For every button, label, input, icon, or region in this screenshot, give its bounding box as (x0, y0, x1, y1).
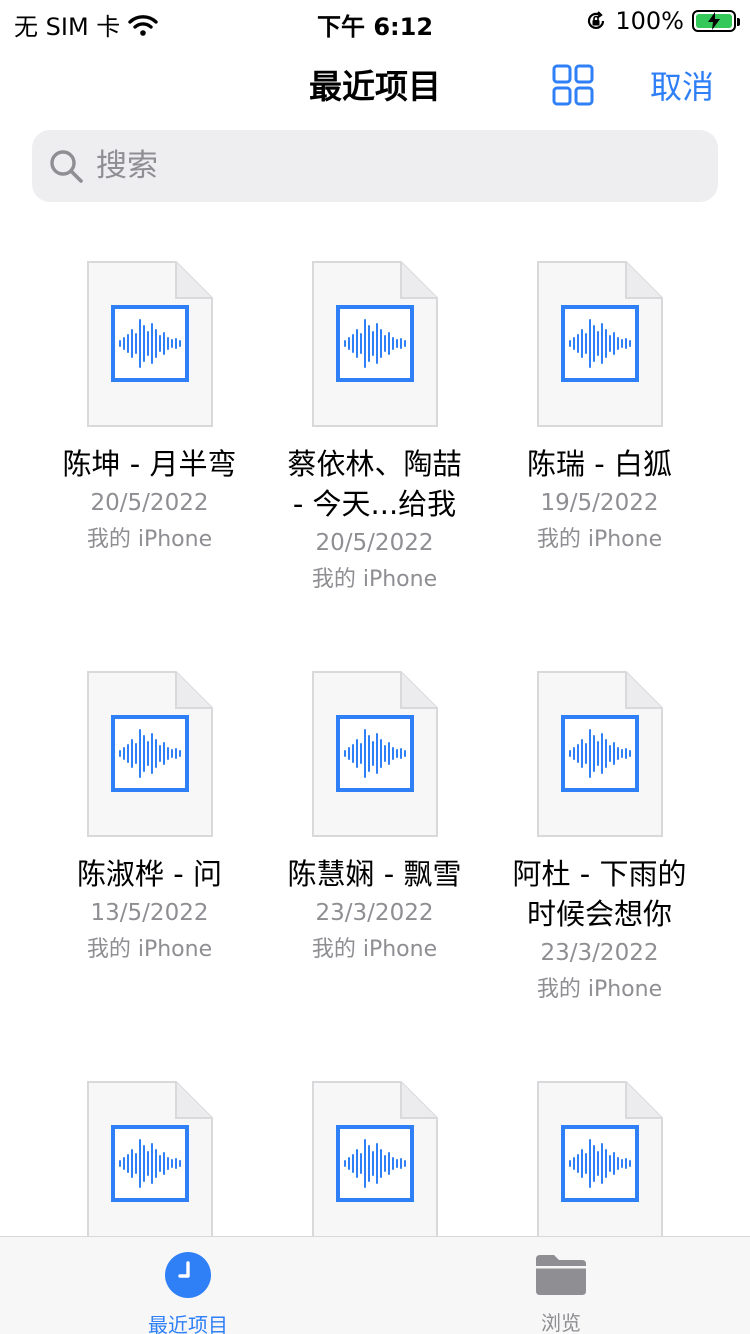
wifi-icon (128, 14, 158, 36)
file-location: 我的 iPhone (86, 527, 213, 552)
battery-icon (692, 10, 740, 32)
file-date: 13/5/2022 (90, 900, 209, 926)
file-item[interactable] (262, 1080, 487, 1240)
battery-percent: 100% (615, 7, 684, 35)
file-item[interactable]: 蔡依林、陶喆 - 今天...给我 20/5/2022 我的 iPhone (262, 260, 487, 598)
audio-file-icon (536, 670, 664, 838)
search-bar[interactable] (32, 130, 718, 202)
audio-file-icon (86, 260, 214, 428)
file-date: 19/5/2022 (540, 490, 659, 516)
files-recent-screen: 无 SIM 卡 下午 6:12 100% 最近项目 取消 搜索 陈坤 - 月半弯… (0, 0, 750, 1334)
file-name: 陈淑桦 - 问 (77, 857, 222, 891)
file-date: 23/3/2022 (540, 940, 659, 966)
audio-file-icon (311, 670, 439, 838)
file-item[interactable]: 陈慧娴 - 飘雪 23/3/2022 我的 iPhone (262, 670, 487, 968)
file-date: 20/5/2022 (90, 490, 209, 516)
carrier-label: 无 SIM 卡 (14, 13, 121, 41)
audio-file-icon (536, 260, 664, 428)
tab-label: 浏览 (541, 1311, 581, 1334)
search-icon (50, 150, 83, 183)
file-item[interactable]: 陈坤 - 月半弯 20/5/2022 我的 iPhone (37, 260, 262, 558)
folder-icon (536, 1255, 586, 1295)
file-location: 我的 iPhone (86, 937, 213, 962)
recent-files-grid: 陈坤 - 月半弯 20/5/2022 我的 iPhone 蔡依林、陶喆 - 今天… (0, 260, 750, 1240)
file-item[interactable]: 阿杜 - 下雨的 时候会想你 23/3/2022 我的 iPhone (487, 670, 712, 1008)
audio-file-icon (86, 670, 214, 838)
audio-file-icon (536, 1080, 664, 1240)
audio-file-icon (86, 1080, 214, 1240)
page-title: 最近项目 (309, 67, 441, 106)
tab-browse[interactable]: 浏览 (461, 1251, 661, 1334)
file-name: 蔡依林、陶喆 - 今天...给我 (287, 447, 462, 521)
file-item[interactable]: 陈淑桦 - 问 13/5/2022 我的 iPhone (37, 670, 262, 968)
status-bar: 无 SIM 卡 下午 6:12 100% (0, 0, 750, 42)
file-location: 我的 iPhone (536, 527, 663, 552)
file-location: 我的 iPhone (311, 567, 438, 592)
file-name: 阿杜 - 下雨的 时候会想你 (512, 857, 687, 931)
file-location: 我的 iPhone (311, 937, 438, 962)
audio-file-icon (311, 1080, 439, 1240)
status-right: 100% (585, 7, 740, 35)
orientation-lock-icon (588, 11, 605, 30)
file-date: 23/3/2022 (315, 900, 434, 926)
file-name: 陈瑞 - 白狐 (527, 447, 672, 481)
tab-bar: 最近项目 浏览 (0, 1236, 750, 1334)
cancel-button[interactable]: 取消 (650, 62, 714, 108)
file-item[interactable] (37, 1080, 262, 1240)
file-item[interactable]: 陈瑞 - 白狐 19/5/2022 我的 iPhone (487, 260, 712, 558)
tab-recents[interactable]: 最近项目 (88, 1251, 288, 1334)
file-name: 陈慧娴 - 飘雪 (287, 857, 462, 891)
tab-label: 最近项目 (148, 1313, 228, 1334)
file-item[interactable] (487, 1080, 712, 1240)
file-name: 陈坤 - 月半弯 (62, 447, 237, 481)
audio-file-icon (311, 260, 439, 428)
clock-icon (165, 1252, 211, 1298)
file-date: 20/5/2022 (315, 530, 434, 556)
grid-view-icon[interactable] (552, 64, 594, 106)
status-left: 无 SIM 卡 (14, 7, 158, 42)
file-location: 我的 iPhone (536, 977, 663, 1002)
search-input[interactable] (94, 147, 658, 185)
